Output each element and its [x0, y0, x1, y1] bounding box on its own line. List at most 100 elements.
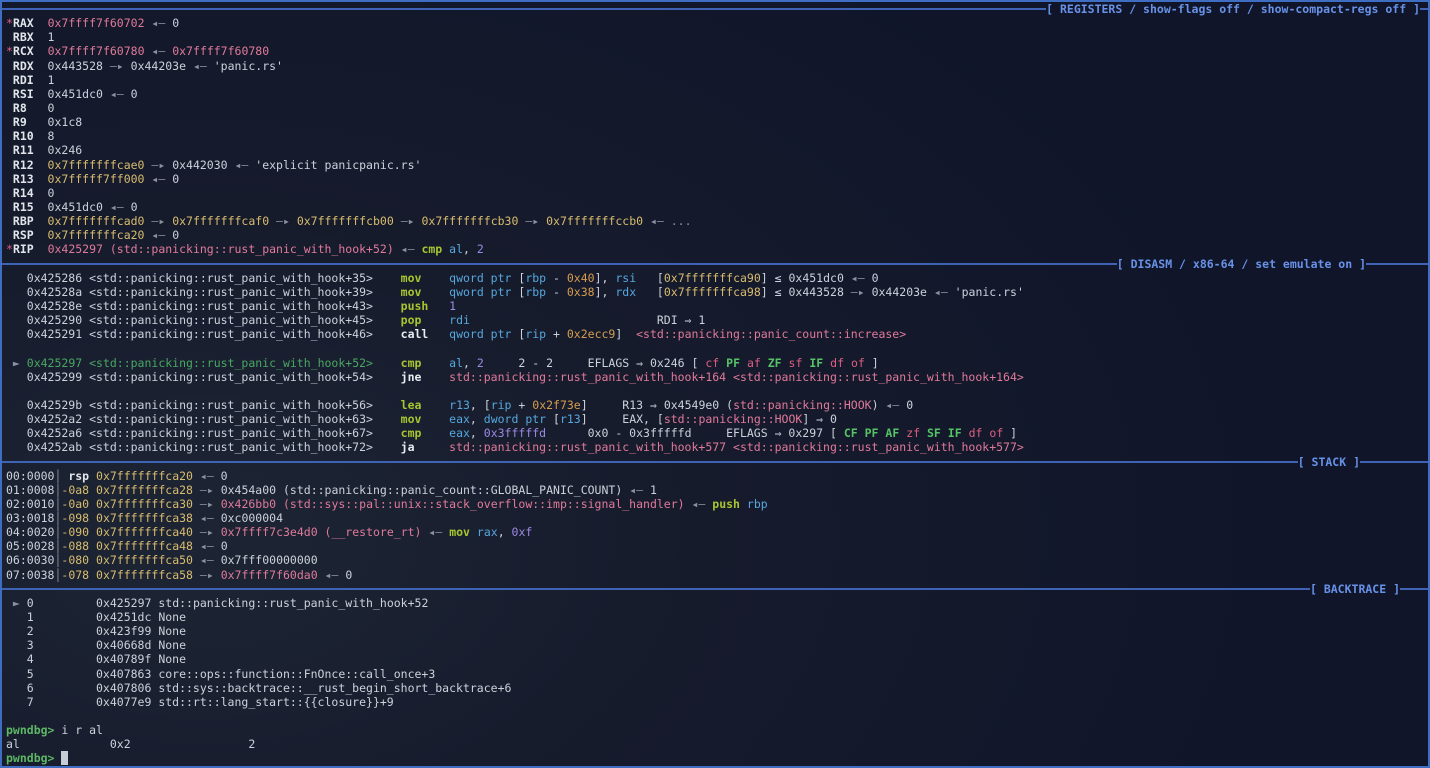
token: 0x451dc0 — [48, 87, 103, 101]
token: R11 — [6, 143, 48, 157]
token — [470, 525, 477, 539]
token: jne — [401, 370, 422, 384]
token: mov — [401, 412, 422, 426]
token: R14 — [6, 186, 48, 200]
token — [920, 426, 927, 440]
token: 0 — [906, 398, 913, 412]
token: ◂— — [228, 158, 256, 172]
token: std::panicking::rust_panic_with_hook+164 — [449, 370, 726, 384]
token: rsp — [61, 469, 96, 483]
token: pwndbg> — [6, 723, 61, 737]
token: 0x7ffff7f60780 — [48, 44, 145, 58]
token: 0x1c8 — [48, 115, 83, 129]
token — [89, 553, 96, 567]
token: 0x7fffffffca50 — [96, 553, 193, 567]
terminal-line: RDI 1 — [6, 73, 1428, 87]
token: 0 — [172, 16, 179, 30]
terminal-line: *RIP 0x425297 (std::panicking::rust_pani… — [6, 242, 1428, 256]
token: of — [989, 426, 1003, 440]
token: 0x425299 <std::panicking::rust_panic_wit… — [6, 370, 401, 384]
token: 0 — [221, 469, 228, 483]
terminal-line: 0x4252a2 <std::panicking::rust_panic_wit… — [6, 412, 1428, 426]
token: 01:0008 — [6, 483, 54, 497]
token: 0x4252ab <std::panicking::rust_panic_wit… — [6, 440, 401, 454]
token: [ — [546, 412, 560, 426]
token: df — [969, 426, 983, 440]
stack-pane: 00:0000│ rsp 0x7fffffffca20 ◂— 001:0008│… — [2, 469, 1428, 582]
token: 2 — [477, 242, 484, 256]
terminal-line — [6, 709, 1428, 723]
token: ◂— — [394, 242, 422, 256]
token: cmp — [401, 356, 422, 370]
token: 'explicit panicpanic.rs' — [255, 158, 421, 172]
token: [ — [511, 285, 525, 299]
terminal-line: 5 0x407863 core::ops::function::FnOnce::… — [6, 667, 1428, 681]
token: ◂— — [144, 228, 172, 242]
prompt-pane[interactable]: pwndbg> i r alal 0x2 2pwndbg> — [2, 709, 1428, 766]
token: —▸ — [103, 59, 131, 73]
token: al 0x2 2 — [6, 737, 255, 751]
token: 0 — [345, 568, 352, 582]
token: 2 0x423f99 None — [6, 624, 186, 638]
token: ◂— — [844, 271, 872, 285]
disasm-header-title: [ DISASM / x86-64 / set emulate on ] — [1117, 257, 1366, 271]
stack-header-line-end — [1360, 461, 1428, 463]
backtrace-header-line-end — [1400, 588, 1428, 590]
token: —▸ — [518, 214, 546, 228]
token: -078 — [61, 568, 89, 582]
token: rdx — [615, 285, 636, 299]
token — [858, 426, 865, 440]
token: RBP — [6, 214, 48, 228]
token: 0x7ffff7c3e4d0 (__restore_rt) — [221, 525, 422, 539]
token: dword ptr — [484, 412, 546, 426]
token: 2 - 2 EFLAGS ⇒ 0x246 [ — [484, 356, 706, 370]
token: of — [851, 356, 865, 370]
token: -0a8 — [61, 483, 89, 497]
token: mov — [449, 525, 470, 539]
token: push — [712, 497, 740, 511]
terminal-line: 0x425299 <std::panicking::rust_panic_wit… — [6, 370, 1428, 384]
token: RSI — [6, 87, 48, 101]
token: * — [6, 16, 13, 30]
terminal-line: RSI 0x451dc0 ◂— 0 — [6, 87, 1428, 101]
token: 0x426bb0 (std::sys::pal::unix::stack_ove… — [221, 497, 685, 511]
token: lea — [401, 398, 422, 412]
token: ◂— — [193, 553, 221, 567]
token — [726, 440, 733, 454]
token: 6 0x407806 std::sys::backtrace::__rust_b… — [6, 681, 511, 695]
token: ◂— — [879, 398, 907, 412]
token: 02:0010 — [6, 497, 54, 511]
token: 0x7fffffffcae0 — [48, 158, 145, 172]
token: 07:0038 — [6, 568, 54, 582]
terminal-line: RDX 0x443528 —▸ 0x44203e ◂— 'panic.rs' — [6, 59, 1428, 73]
backtrace-pane: ► 0 0x425297 std::panicking::rust_panic_… — [2, 596, 1428, 709]
token: rdi — [449, 313, 470, 327]
token — [415, 440, 450, 454]
token — [962, 426, 969, 440]
token: ◂— — [318, 568, 346, 582]
text-cursor[interactable] — [61, 751, 68, 765]
stack-header-title: [ STACK ] — [1298, 455, 1360, 469]
token: 0x7fffffffca40 — [96, 525, 193, 539]
token: 0x44203e — [131, 59, 186, 73]
token: PF — [726, 356, 740, 370]
token: std::panicking::rust_panic_with_hook+577 — [449, 440, 726, 454]
token: —▸ — [193, 497, 221, 511]
token: RIP — [13, 242, 48, 256]
token: cmp — [421, 242, 442, 256]
token — [89, 497, 96, 511]
token: ], — [595, 285, 616, 299]
token: RDX — [6, 59, 48, 73]
token: ◂— — [103, 87, 131, 101]
token: ◂— — [145, 16, 173, 30]
token: cf — [705, 356, 719, 370]
terminal-line: 6 0x407806 std::sys::backtrace::__rust_b… — [6, 681, 1428, 695]
token: 0x7fffffffca58 — [96, 568, 193, 582]
token: <std::panicking::panic_count::increase> — [636, 327, 906, 341]
token: qword ptr — [449, 327, 511, 341]
token: 0x7fff00000000 — [221, 553, 318, 567]
token: al — [449, 356, 463, 370]
token: 2 — [477, 356, 484, 370]
token: ] R13 ⇒ — [581, 398, 664, 412]
token: RBX — [6, 30, 48, 44]
